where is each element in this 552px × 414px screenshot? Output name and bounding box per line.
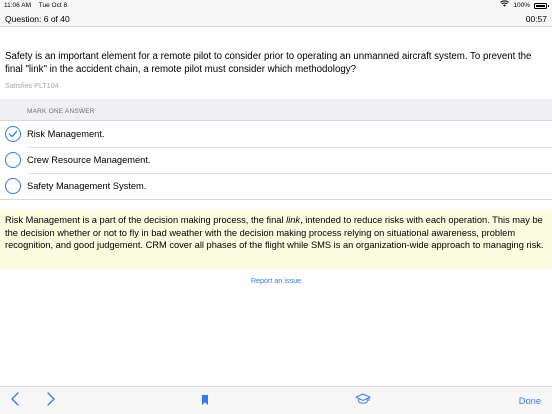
battery-percent: 100%: [513, 2, 530, 9]
satisfies-label: Satisfies PLT104: [5, 81, 59, 90]
checkmark-circle-icon: [5, 126, 21, 142]
quiz-screen: 11:06 AM Tue Oct 8 100% Question: 6 of 4…: [0, 0, 552, 414]
bottom-toolbar: Done: [0, 386, 552, 414]
explanation-emphasis: link: [286, 215, 301, 225]
mark-one-answer-label: MARK ONE ANSWER: [27, 108, 95, 115]
next-button[interactable]: [42, 387, 60, 414]
explanation-panel: Risk Management is a part of the decisio…: [0, 210, 552, 269]
question-text: Safety is an important element for a rem…: [5, 51, 532, 75]
report-issue-label: Report an issue: [250, 276, 302, 285]
bookmark-button[interactable]: [196, 387, 214, 414]
battery-icon: [534, 2, 549, 9]
answer-label: Safety Management System.: [27, 181, 147, 191]
graduation-cap-icon: [355, 392, 371, 410]
chevron-left-icon: [11, 391, 19, 411]
previous-button[interactable]: [6, 387, 24, 414]
report-issue-link[interactable]: Report an issue: [0, 276, 552, 285]
answer-option[interactable]: Crew Resource Management.: [0, 147, 552, 173]
status-date: Tue Oct 8: [38, 2, 68, 9]
study-button[interactable]: [352, 387, 374, 414]
radio-circle-icon: [5, 152, 21, 168]
explanation-text-start: Risk Management is a part of the decisio…: [5, 215, 287, 225]
status-bar: 11:06 AM Tue Oct 8 100%: [0, 0, 552, 11]
answer-list: Risk Management. Crew Resource Managemen…: [0, 120, 552, 200]
status-time: 11:06 AM: [4, 2, 31, 9]
quiz-header: Question: 6 of 40 00:57: [0, 11, 552, 27]
done-button[interactable]: Done: [519, 387, 541, 414]
answer-label: Risk Management.: [27, 129, 105, 139]
chevron-right-icon: [47, 391, 55, 411]
answer-option[interactable]: Safety Management System.: [0, 173, 552, 199]
answer-option[interactable]: Risk Management.: [0, 121, 552, 147]
answer-label: Crew Resource Management.: [27, 155, 151, 165]
question-counter: Question: 6 of 40: [5, 14, 70, 24]
quiz-timer: 00:57: [525, 14, 547, 24]
bookmark-icon: [202, 392, 208, 410]
wifi-icon: [500, 0, 510, 11]
radio-circle-icon: [5, 178, 21, 194]
